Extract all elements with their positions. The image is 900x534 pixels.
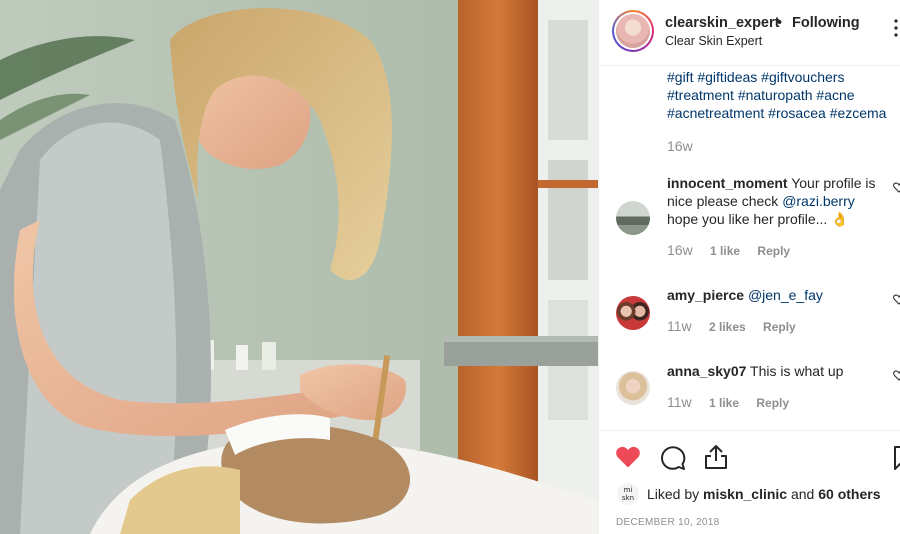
comment-timestamp[interactable]: 11w — [667, 318, 692, 334]
comment-mention[interactable]: @jen_e_fay — [748, 287, 823, 303]
header-separator: • — [777, 15, 783, 31]
comment-text: amy_pierce @jen_e_fay — [667, 286, 889, 304]
bookmark-icon[interactable] — [893, 445, 900, 471]
comment-likes[interactable]: 1 like — [710, 244, 740, 258]
post-photo-illustration — [0, 0, 598, 534]
comment-heart-icon[interactable] — [893, 370, 900, 381]
author-avatar[interactable] — [612, 10, 654, 52]
hashtag-line[interactable]: #acnetreatment #rosacea #ezcema — [667, 104, 900, 122]
comment-body: hope you like her profile... 👌 — [667, 211, 849, 227]
hashtag-line[interactable]: #gift #giftideas #giftvouchers — [667, 68, 900, 86]
post-photo[interactable] — [0, 0, 598, 534]
commenter-username[interactable]: anna_sky07 — [667, 363, 746, 379]
author-subtitle: Clear Skin Expert — [665, 34, 763, 48]
comment-text: innocent_moment Your profile is nice ple… — [667, 174, 889, 228]
commenter-username[interactable]: amy_pierce — [667, 287, 744, 303]
comment-mention[interactable]: @razi.berry — [782, 193, 855, 209]
comment-timestamp[interactable]: 11w — [667, 394, 692, 410]
post-header: clearskin_expert • Following Clear Skin … — [599, 0, 900, 66]
commenter-avatar[interactable] — [616, 371, 650, 405]
comment-meta: 11w 2 likes Reply — [667, 318, 796, 334]
likes-others-link[interactable]: 60 others — [818, 486, 880, 502]
comment-heart-icon[interactable] — [893, 294, 900, 305]
commenter-avatar[interactable] — [616, 201, 650, 235]
commenter-username[interactable]: innocent_moment — [667, 175, 788, 191]
reply-button[interactable]: Reply — [756, 396, 789, 410]
likes-prefix: Liked by — [647, 486, 704, 502]
following-button[interactable]: Following — [792, 15, 860, 31]
reply-button[interactable]: Reply — [757, 244, 790, 258]
comment-likes[interactable]: 2 likes — [709, 320, 746, 334]
post-sidebar: clearskin_expert • Following Clear Skin … — [598, 0, 900, 534]
liker-avatar[interactable]: mi skn — [617, 483, 639, 505]
hashtag-line[interactable]: #treatment #naturopath #acne — [667, 86, 900, 104]
caption-timestamp[interactable]: 16w — [667, 138, 693, 154]
comment-text: anna_sky07 This is what up — [667, 362, 889, 380]
reply-button[interactable]: Reply — [763, 320, 796, 334]
comment-likes[interactable]: 1 like — [709, 396, 739, 410]
liker-avatar-text: mi skn — [621, 486, 635, 502]
author-username[interactable]: clearskin_expert — [665, 15, 779, 31]
comment-heart-icon[interactable] — [893, 182, 900, 193]
comment-meta: 11w 1 like Reply — [667, 394, 789, 410]
post-date[interactable]: DECEMBER 10, 2018 — [616, 517, 719, 528]
more-icon[interactable] — [893, 18, 899, 38]
likes-middle: and — [787, 486, 819, 502]
likes-summary: Liked by miskn_clinic and 60 others — [647, 486, 880, 502]
comment-meta: 16w 1 like Reply — [667, 242, 790, 258]
heart-icon[interactable] — [615, 445, 641, 469]
share-icon[interactable] — [704, 444, 728, 470]
commenter-avatar[interactable] — [616, 296, 650, 330]
comment-timestamp[interactable]: 16w — [667, 242, 693, 258]
caption-hashtags: #gift #giftideas #giftvouchers #treatmen… — [667, 68, 900, 122]
post-actions: mi skn Liked by miskn_clinic and 60 othe… — [599, 430, 900, 534]
comments-list[interactable]: #gift #giftideas #giftvouchers #treatmen… — [599, 66, 900, 429]
comment-body: This is what up — [746, 363, 844, 379]
liker-username[interactable]: miskn_clinic — [703, 486, 787, 502]
comment-icon[interactable] — [660, 445, 686, 471]
